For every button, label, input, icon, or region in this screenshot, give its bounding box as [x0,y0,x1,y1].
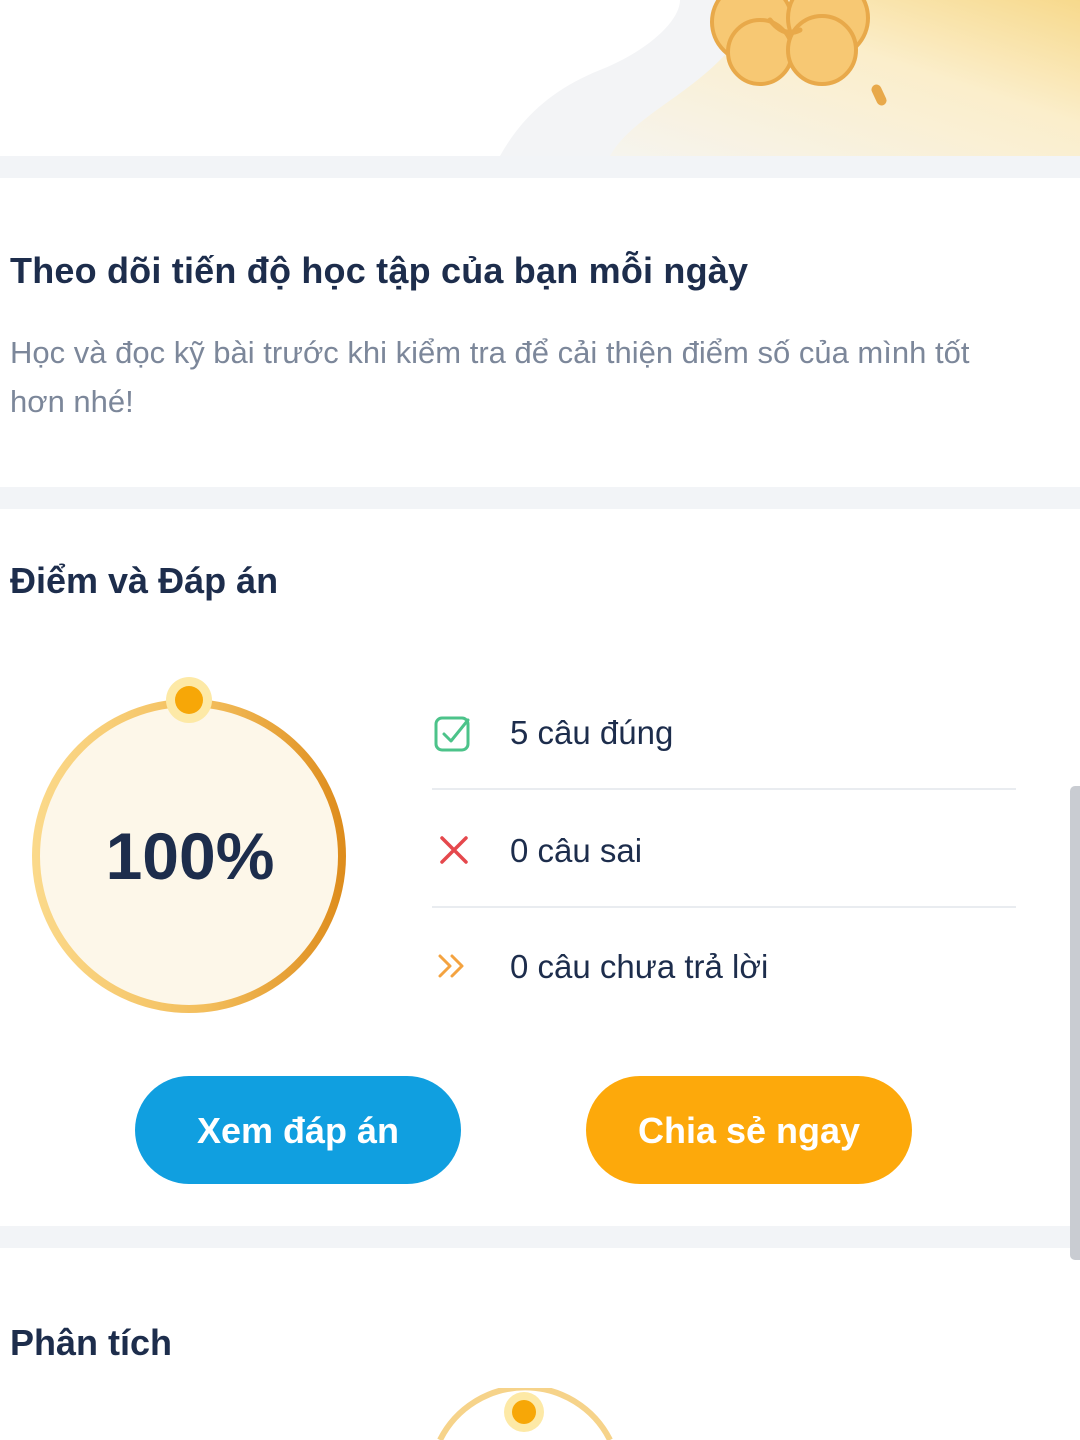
analysis-title: Phân tích [10,1322,173,1363]
score-section-title: Điểm và Đáp án [10,560,279,601]
share-now-button[interactable]: Chia sẻ ngay [586,1076,912,1184]
section-divider [0,487,1080,509]
score-percent: 100% [105,819,275,893]
stat-wrong-label: 0 câu sai [510,832,643,869]
stat-divider [432,906,1016,908]
section-divider [0,1226,1080,1248]
scrollbar[interactable] [1070,786,1080,1260]
stat-wrong: 0 câu sai [432,830,1016,947]
progress-title: Theo dõi tiến độ học tập của bạn mỗi ngà… [10,250,749,291]
stat-unanswered-label: 0 câu chưa trả lời [510,948,769,985]
result-screen: Theo dõi tiến độ học tập của bạn mỗi ngà… [0,0,1080,1440]
stat-divider [432,788,1016,790]
section-divider [0,156,1080,178]
banner [0,0,1080,156]
double-chevron-right-icon [438,954,464,978]
stat-correct: 5 câu đúng [432,712,1016,829]
view-answers-button[interactable]: Xem đáp án [135,1076,461,1184]
progress-description: Học và đọc kỹ bài trước khi kiểm tra để … [10,335,970,419]
stat-correct-label: 5 câu đúng [510,714,674,751]
check-square-icon [434,716,470,752]
banner-illustration [500,0,1080,156]
analysis-ring [437,1388,613,1440]
stat-unanswered: 0 câu chưa trả lời [432,946,1016,1063]
close-icon [440,836,468,864]
